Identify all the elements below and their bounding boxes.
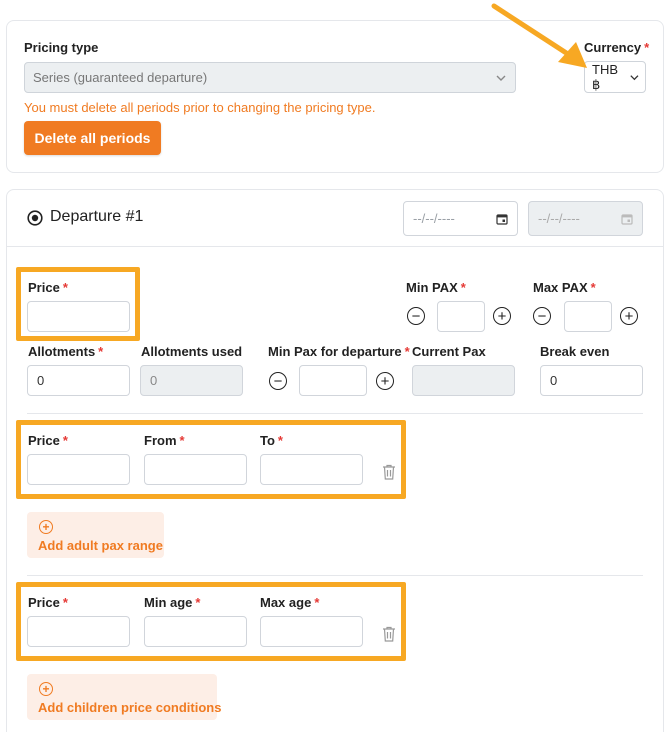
minus-circle-icon: − bbox=[273, 372, 283, 390]
radio-selected-icon[interactable] bbox=[27, 210, 43, 226]
min-pax-label: Min PAX * bbox=[406, 280, 466, 295]
end-date-placeholder: --/--/---- bbox=[538, 211, 580, 226]
break-even-input[interactable]: 0 bbox=[540, 365, 643, 396]
adult-price-input[interactable] bbox=[27, 454, 130, 485]
departure-start-date[interactable]: --/--/---- bbox=[403, 201, 518, 236]
min-pax-increment[interactable]: + bbox=[493, 307, 511, 325]
pricing-type-label: Pricing type bbox=[24, 40, 99, 55]
departure-end-date: --/--/---- bbox=[528, 201, 643, 236]
adult-price-label: Price * bbox=[28, 433, 68, 448]
pricing-warning: You must delete all periods prior to cha… bbox=[24, 100, 376, 115]
adult-to-label: To * bbox=[260, 433, 283, 448]
annotation-arrow-icon bbox=[491, 3, 587, 68]
break-even-label: Break even bbox=[540, 344, 610, 359]
allotments-label: Allotments * bbox=[28, 344, 104, 359]
section-divider bbox=[27, 413, 643, 414]
allotments-used-input: 0 bbox=[140, 365, 243, 396]
departure-title: Departure #1 bbox=[50, 208, 144, 225]
chevron-down-icon bbox=[630, 74, 639, 80]
start-date-placeholder: --/--/---- bbox=[413, 211, 455, 226]
allotments-used-value: 0 bbox=[150, 373, 158, 388]
section-divider bbox=[27, 575, 643, 576]
min-age-label: Min age * bbox=[144, 595, 201, 610]
allotments-used-label: Allotments used bbox=[141, 344, 243, 359]
child-price-label: Price * bbox=[28, 595, 68, 610]
add-children-price-conditions-label: Add children price conditions bbox=[38, 700, 222, 715]
minus-circle-icon: − bbox=[537, 307, 547, 325]
min-pax-decrement[interactable]: − bbox=[407, 307, 425, 325]
plus-circle-icon: + bbox=[497, 307, 507, 325]
add-adult-pax-range-label: Add adult pax range bbox=[38, 538, 163, 553]
current-pax-label: Current Pax bbox=[412, 344, 486, 359]
minus-circle-icon: − bbox=[411, 307, 421, 325]
delete-all-periods-button[interactable]: Delete all periods bbox=[24, 121, 161, 155]
currency-value: THB ฿ bbox=[592, 61, 618, 92]
allotments-value: 0 bbox=[37, 373, 45, 388]
adult-to-input[interactable] bbox=[260, 454, 363, 485]
allotments-input[interactable]: 0 bbox=[27, 365, 130, 396]
pricing-type-value: Series (guaranteed departure) bbox=[33, 70, 208, 85]
add-children-price-conditions-button[interactable]: + Add children price conditions bbox=[27, 674, 221, 720]
max-pax-decrement[interactable]: − bbox=[533, 307, 551, 325]
pricing-type-select[interactable]: Series (guaranteed departure) bbox=[24, 62, 516, 93]
add-adult-pax-range-button[interactable]: + Add adult pax range bbox=[27, 512, 164, 558]
min-pax-departure-decrement[interactable]: − bbox=[269, 372, 287, 390]
plus-circle-icon: + bbox=[624, 307, 634, 325]
max-pax-increment[interactable]: + bbox=[620, 307, 638, 325]
min-pax-input[interactable] bbox=[437, 301, 485, 332]
departure-header-divider bbox=[7, 246, 663, 247]
min-pax-departure-increment[interactable]: + bbox=[376, 372, 394, 390]
min-pax-departure-input[interactable] bbox=[299, 365, 367, 396]
min-age-input[interactable] bbox=[144, 616, 247, 647]
break-even-value: 0 bbox=[550, 373, 558, 388]
min-pax-departure-label: Min Pax for departure * bbox=[268, 344, 410, 359]
child-price-input[interactable] bbox=[27, 616, 130, 647]
plus-circle-icon: + bbox=[380, 372, 390, 390]
price-label: Price * bbox=[28, 280, 68, 295]
current-pax-input bbox=[412, 365, 515, 396]
adult-from-label: From * bbox=[144, 433, 185, 448]
trash-icon[interactable] bbox=[382, 464, 396, 480]
chevron-down-icon bbox=[496, 75, 506, 81]
max-pax-label: Max PAX * bbox=[533, 280, 596, 295]
calendar-icon bbox=[621, 213, 633, 225]
price-input[interactable] bbox=[27, 301, 130, 332]
trash-icon[interactable] bbox=[382, 626, 396, 642]
adult-from-input[interactable] bbox=[144, 454, 247, 485]
max-pax-input[interactable] bbox=[564, 301, 612, 332]
plus-circle-icon: + bbox=[39, 682, 53, 696]
max-age-label: Max age * bbox=[260, 595, 320, 610]
max-age-input[interactable] bbox=[260, 616, 363, 647]
plus-circle-icon: + bbox=[39, 520, 53, 534]
calendar-icon[interactable] bbox=[496, 213, 508, 225]
